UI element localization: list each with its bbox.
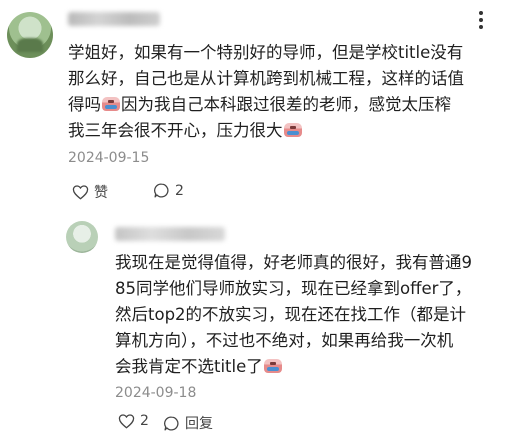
reply-text: 我现在是觉得值得，好老师真的很好，我有普通9 85同学他们导师放实习，现在已经拿…: [115, 250, 500, 380]
comment-line: 学姐好，如果有一个特别好的导师，但是学校title没有: [68, 43, 464, 62]
like-count: 2: [140, 413, 149, 429]
comment-button[interactable]: 2: [153, 182, 184, 199]
heart-icon: [72, 185, 89, 200]
like-label: 赞: [94, 185, 108, 201]
sob-emoji-icon: [283, 123, 302, 137]
comment-text: 学姐好，如果有一个特别好的导师，但是学校title没有 那么好，自己也是从计算机…: [68, 40, 498, 144]
comment-line: 我三年会很不开心，压力很大: [68, 121, 283, 140]
like-button[interactable]: 赞: [72, 182, 108, 202]
reply-line: 85同学他们导师放实习，现在已经拿到offer了，: [115, 279, 472, 298]
chat-bubble-icon: [164, 415, 179, 431]
like-button[interactable]: 2: [118, 413, 149, 429]
reply-label: 回复: [185, 416, 213, 432]
avatar[interactable]: [7, 12, 53, 58]
comment-line: 得吗: [68, 95, 101, 114]
reply-button[interactable]: 回复: [163, 413, 213, 433]
sob-emoji-icon: [263, 359, 282, 373]
chat-bubble-icon: [154, 183, 169, 198]
comment-line: 那么好，自己也是从计算机跨到机械工程，这样的话值: [68, 69, 464, 88]
comment-count: 2: [175, 182, 184, 199]
username-blurred[interactable]: [115, 227, 225, 241]
comment-line: 因为我自己本科跟过很差的老师，感觉太压榨: [121, 95, 451, 114]
reply-line: 然后top2的不放实习，现在还在找工作（都是计: [115, 305, 467, 324]
username-blurred[interactable]: [68, 12, 160, 26]
reply-date: 2024-09-18: [115, 385, 197, 401]
reply-line: 我现在是觉得值得，好老师真的很好，我有普通9: [115, 253, 472, 272]
comment-date: 2024-09-15: [68, 150, 150, 166]
sob-emoji-icon: [102, 97, 120, 111]
avatar[interactable]: [66, 221, 98, 253]
more-vertical-icon[interactable]: [469, 8, 493, 32]
reply-line: 会我肯定不选title了: [115, 357, 263, 376]
heart-icon: [118, 414, 135, 429]
reply-line: 算机方向），不过也不绝对，如果再给我一次机: [115, 331, 454, 350]
